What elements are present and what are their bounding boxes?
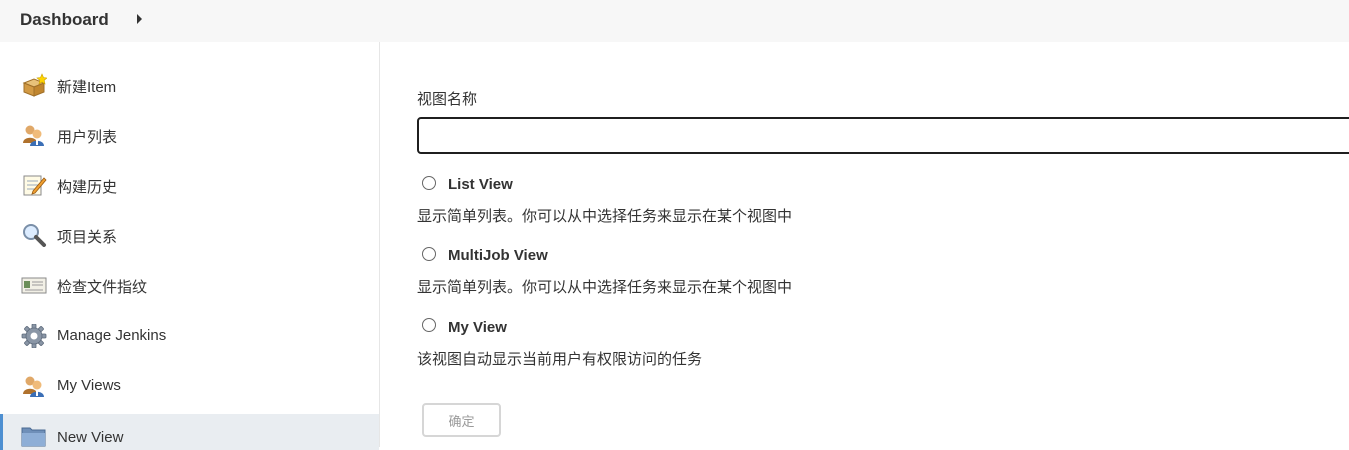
sidebar-item-new-item[interactable]: 新建Item xyxy=(0,67,379,103)
top-bar: Dashboard xyxy=(0,0,1349,42)
sidebar-item-users[interactable]: 用户列表 xyxy=(0,117,379,153)
breadcrumb-dashboard[interactable]: Dashboard xyxy=(20,10,109,30)
multijob-view-title[interactable]: MultiJob View xyxy=(448,247,548,264)
list-view-description: 显示简单列表。你可以从中选择任务来显示在某个视图中 xyxy=(417,208,793,225)
new-item-icon xyxy=(22,73,47,97)
sidebar-item-label: New View xyxy=(57,429,124,446)
magnifier-icon xyxy=(23,224,46,247)
sidebar: 新建Item 用户列表 构建历史 项目关系 检查文件指纹 Manage Jenk… xyxy=(0,42,380,450)
multijob-view-description: 显示简单列表。你可以从中选择任务来显示在某个视图中 xyxy=(417,279,793,296)
users-icon xyxy=(23,125,44,146)
sidebar-item-label: 新建Item xyxy=(57,79,117,96)
sidebar-item-label: 项目关系 xyxy=(57,229,118,246)
view-name-label: 视图名称 xyxy=(417,91,478,108)
sidebar-item-label: 构建历史 xyxy=(57,179,118,196)
sidebar-item-project-relationship[interactable]: 项目关系 xyxy=(0,217,379,253)
sidebar-item-label: Manage Jenkins xyxy=(57,327,167,344)
sidebar-item-manage-jenkins[interactable]: Manage Jenkins xyxy=(0,318,379,354)
sidebar-item-label: 检查文件指纹 xyxy=(57,279,148,296)
list-view-radio[interactable] xyxy=(422,176,436,190)
my-view-title[interactable]: My View xyxy=(448,319,507,336)
my-view-radio[interactable] xyxy=(422,318,436,332)
ok-button[interactable]: 确定 xyxy=(422,403,501,437)
new-view-form: 视图名称 List View 显示简单列表。你可以从中选择任务来显示在某个视图中… xyxy=(381,42,1349,447)
sidebar-item-label: My Views xyxy=(57,377,121,394)
users-icon xyxy=(23,376,44,397)
notepad-icon xyxy=(23,175,47,196)
sidebar-item-my-views[interactable]: My Views xyxy=(0,368,379,404)
sidebar-item-label: 用户列表 xyxy=(57,129,118,146)
multijob-view-radio[interactable] xyxy=(422,247,436,261)
my-view-description: 该视图自动显示当前用户有权限访问的任务 xyxy=(417,351,703,368)
sidebar-item-fingerprint[interactable]: 检查文件指纹 xyxy=(0,267,379,303)
folder-icon xyxy=(21,427,46,447)
fingerprint-card-icon xyxy=(21,277,47,294)
sidebar-item-new-view[interactable]: New View xyxy=(0,414,379,450)
list-view-title[interactable]: List View xyxy=(448,176,513,193)
breadcrumb-caret-icon[interactable] xyxy=(137,14,142,24)
gear-icon xyxy=(21,324,47,348)
sidebar-item-build-history[interactable]: 构建历史 xyxy=(0,167,379,203)
view-name-input[interactable] xyxy=(417,117,1349,154)
